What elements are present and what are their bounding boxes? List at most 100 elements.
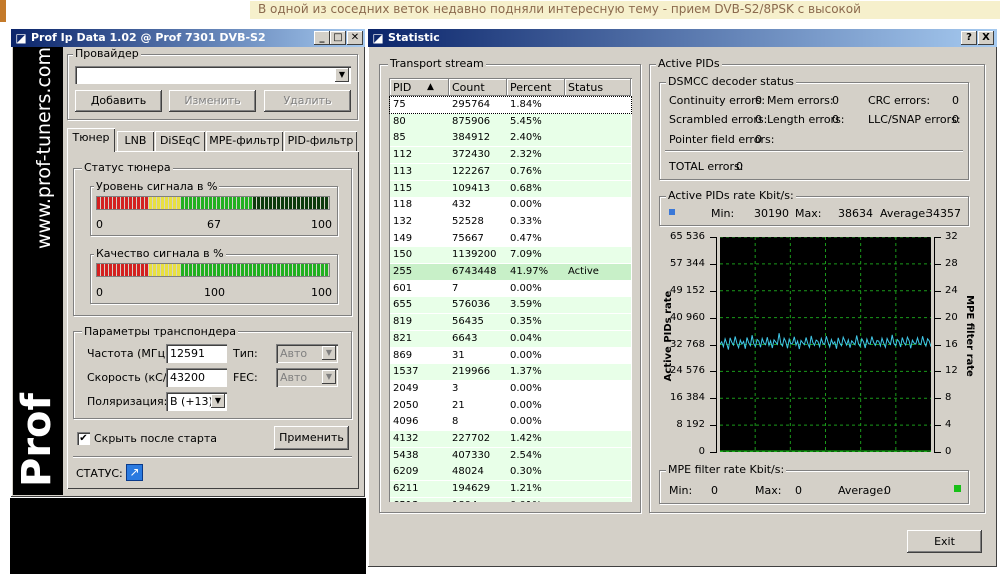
- table-row[interactable]: 1537 219966 1.37%: [390, 364, 631, 381]
- provider-select[interactable]: ▼: [75, 66, 351, 84]
- table-row[interactable]: 113 122267 0.76%: [390, 163, 631, 180]
- table-cell-percent: 0.01%: [510, 498, 542, 502]
- table-cell-count: 7: [452, 282, 459, 294]
- table-cell-count: 56435: [452, 316, 484, 328]
- table-row[interactable]: 819 56435 0.35%: [390, 314, 631, 331]
- frequency-input[interactable]: 12591: [166, 344, 227, 363]
- tab-tuner[interactable]: Тюнер: [67, 128, 115, 152]
- table-row[interactable]: 149 75667 0.47%: [390, 230, 631, 247]
- polarization-select[interactable]: В (+13) ▼: [166, 392, 227, 411]
- active-pids-label: Active PIDs: [656, 57, 722, 70]
- table-row[interactable]: 6209 48024 0.30%: [390, 464, 631, 481]
- table-row[interactable]: 80 875906 5.45%: [390, 113, 631, 130]
- table-row[interactable]: 112 372430 2.32%: [390, 147, 631, 164]
- table-row[interactable]: 4132 227702 1.42%: [390, 431, 631, 447]
- app-icon: ◪: [372, 31, 384, 45]
- statistic-titlebar[interactable]: ◪ Statistic ? X: [368, 29, 997, 47]
- pointer-errors-value: 0: [755, 133, 762, 146]
- column-header-percent[interactable]: Percent: [507, 79, 565, 96]
- rate-max-value: 38634: [838, 207, 873, 220]
- maximize-button[interactable]: □: [330, 31, 346, 45]
- table-cell-pid: 149: [393, 232, 413, 244]
- table-row[interactable]: 115 109413 0.68%: [390, 180, 631, 197]
- table-row[interactable]: 655 576036 3.59%: [390, 297, 631, 314]
- tab-diseqc[interactable]: DiSEqC: [155, 131, 205, 151]
- table-cell-pid: 655: [393, 299, 413, 311]
- mem-errors-label: Mem errors:: [767, 94, 834, 107]
- quality-tick-2: 100: [311, 286, 332, 299]
- chevron-down-icon[interactable]: ▼: [322, 370, 336, 384]
- pid-table[interactable]: PID ▲ Count Percent Status 75 295764 1.84%…: [389, 78, 632, 502]
- app-icon: ◪: [15, 31, 27, 45]
- mpe-max-label: Max:: [755, 484, 782, 497]
- column-header-status[interactable]: Status: [565, 79, 631, 96]
- y2-axis-line: [934, 237, 935, 452]
- help-button[interactable]: ?: [961, 31, 977, 45]
- table-row[interactable]: 118 432 0.00%: [390, 197, 631, 214]
- rate-color-swatch: [669, 209, 675, 215]
- delete-button[interactable]: Удалить: [264, 90, 351, 112]
- table-row[interactable]: 601 7 0.00%: [390, 280, 631, 297]
- minimize-button[interactable]: _: [314, 31, 330, 45]
- table-row[interactable]: 150 1139200 7.09%: [390, 247, 631, 264]
- close-button[interactable]: ✕: [347, 31, 363, 45]
- column-header-pid[interactable]: PID ▲: [390, 79, 449, 96]
- tab-mpe-filter[interactable]: MPE-фильтр: [206, 131, 283, 151]
- y2-tick-label: 4: [945, 419, 952, 431]
- y2-tick-mark: [934, 290, 941, 292]
- left-window-titlebar[interactable]: ◪ Prof Ip Data 1.02 @ Prof 7301 DVB-S2 _…: [11, 29, 365, 47]
- table-row[interactable]: 4096 8 0.00%: [390, 414, 631, 431]
- dsmcc-divider: [665, 150, 963, 151]
- table-row[interactable]: 85 384912 2.40%: [390, 130, 631, 147]
- rate-max-label: Max:: [795, 207, 822, 220]
- edit-button[interactable]: Изменить: [169, 90, 256, 112]
- apply-button[interactable]: Применить: [274, 426, 349, 450]
- table-row[interactable]: 6211 194629 1.21%: [390, 481, 631, 498]
- mpe-avg-value: 0: [884, 484, 891, 497]
- table-cell-percent: 3.59%: [510, 299, 542, 311]
- table-cell-pid: 85: [393, 132, 406, 144]
- add-button[interactable]: Добавить: [75, 90, 162, 112]
- table-cell-pid: 2050: [393, 399, 419, 411]
- brand-logo: Prof: [14, 393, 60, 487]
- table-cell-status: Active: [568, 266, 599, 277]
- chevron-down-icon[interactable]: ▼: [211, 394, 225, 408]
- mpe-avg-label: Average:: [838, 484, 887, 497]
- table-row[interactable]: 75 295764 1.84%: [389, 96, 632, 114]
- left-window-title: Prof Ip Data 1.02 @ Prof 7301 DVB-S2: [31, 31, 266, 44]
- rate-plot-svg: [720, 237, 931, 452]
- table-row[interactable]: 2050 21 0.00%: [390, 397, 631, 414]
- y2-tick-label: 16: [945, 338, 958, 350]
- y2-axis-title: MPE filter rate: [964, 295, 975, 377]
- exit-button[interactable]: Exit: [907, 530, 982, 553]
- table-row[interactable]: 132 52528 0.33%: [390, 213, 631, 230]
- table-cell-percent: 0.68%: [510, 182, 542, 194]
- mpe-group-label: MPE filter rate Kbit/s:: [666, 463, 787, 476]
- column-header-count[interactable]: Count: [449, 79, 507, 96]
- symrate-input[interactable]: 43200: [166, 368, 227, 387]
- table-row[interactable]: 255 6743448 41.97% Active: [390, 264, 631, 280]
- tab-pid-filter[interactable]: PID-фильтр: [284, 131, 357, 151]
- table-cell-pid: 150: [393, 249, 413, 261]
- mpe-min-label: Min:: [669, 484, 693, 497]
- chevron-down-icon[interactable]: ▼: [322, 346, 336, 360]
- table-cell-percent: 41.97%: [510, 266, 549, 277]
- mpe-color-swatch: [954, 485, 961, 492]
- table-row[interactable]: 821 6643 0.04%: [390, 330, 631, 347]
- close-button[interactable]: X: [978, 31, 994, 45]
- table-cell-count: 295764: [452, 99, 491, 110]
- y2-tick-label: 0: [945, 446, 952, 457]
- table-row[interactable]: 5438 407330 2.54%: [390, 447, 631, 464]
- table-row[interactable]: 2049 3 0.00%: [390, 380, 631, 397]
- crc-errors-label: CRC errors:: [868, 94, 931, 107]
- table-cell-pid: 6211: [393, 483, 419, 495]
- table-row[interactable]: 6513 1894 0.01%: [390, 497, 631, 502]
- type-select[interactable]: Авто ▼: [276, 344, 338, 363]
- table-row[interactable]: 869 31 0.00%: [390, 347, 631, 364]
- chevron-down-icon[interactable]: ▼: [335, 68, 349, 82]
- y-tick-label: 32 768: [670, 338, 705, 350]
- tab-lnb[interactable]: LNB: [117, 131, 154, 151]
- hide-after-start-checkbox[interactable]: ✔: [77, 432, 90, 445]
- fec-select[interactable]: Авто ▼: [276, 368, 338, 387]
- table-cell-count: 31: [452, 349, 465, 361]
